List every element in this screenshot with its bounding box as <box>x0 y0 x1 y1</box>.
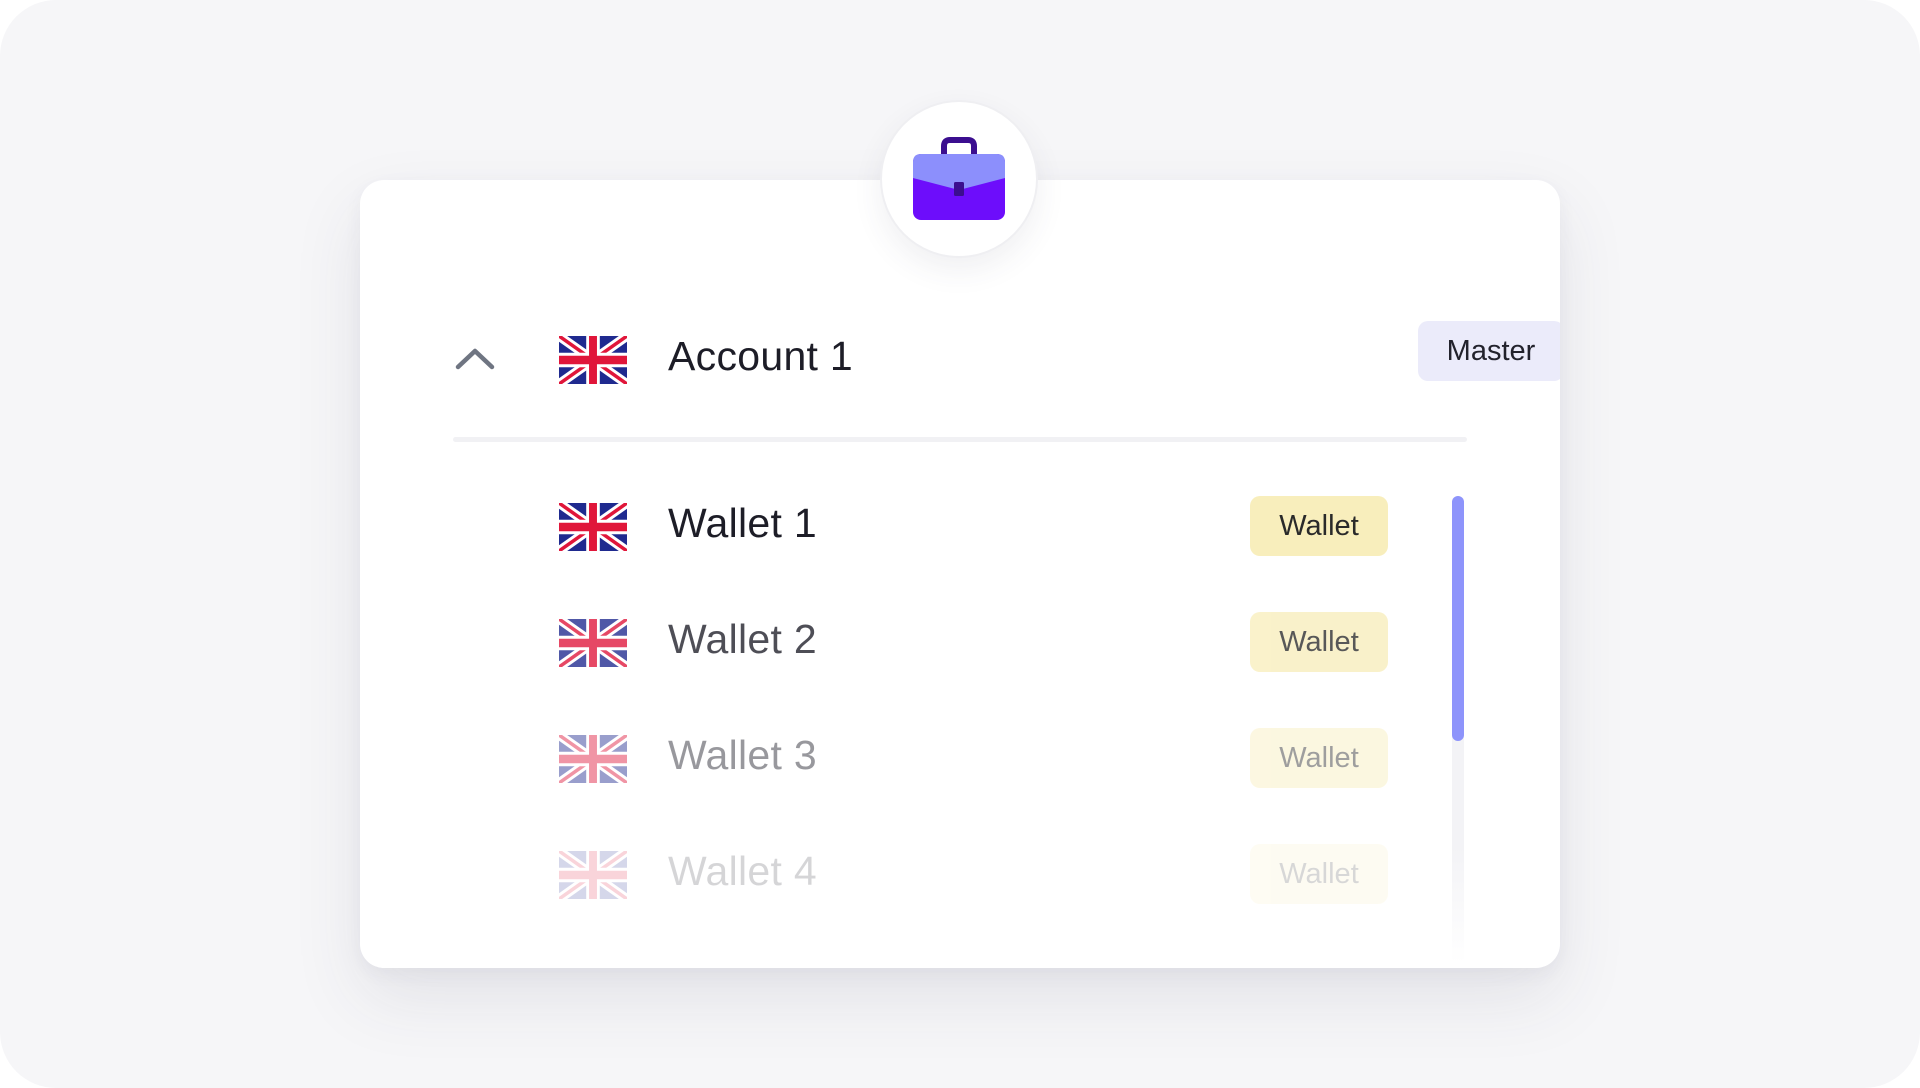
wallet-badge: Wallet <box>1250 496 1388 556</box>
page-background: Account 1 Master Wallet 1 Wallet Wallet … <box>0 0 1920 1088</box>
wallet-name: Wallet 3 <box>668 732 817 778</box>
scrollbar-thumb[interactable] <box>1452 496 1464 741</box>
wallet-row-3[interactable]: Wallet 3 Wallet <box>559 728 1409 790</box>
wallet-row-4[interactable]: Wallet 4 Wallet <box>559 844 1409 906</box>
wallet-row-1[interactable]: Wallet 1 Wallet <box>559 496 1409 558</box>
wallet-name: Wallet 2 <box>668 616 817 662</box>
wallet-row-2[interactable]: Wallet 2 Wallet <box>559 612 1409 674</box>
uk-flag-icon <box>559 735 627 783</box>
wallet-name: Wallet 4 <box>668 848 817 894</box>
wallet-badge: Wallet <box>1250 844 1388 904</box>
wallet-list: Wallet 1 Wallet Wallet 2 Wallet Wallet 3… <box>360 180 1560 968</box>
wallet-name: Wallet 1 <box>668 500 817 546</box>
uk-flag-icon <box>559 851 627 899</box>
account-card: Account 1 Master Wallet 1 Wallet Wallet … <box>360 180 1560 968</box>
briefcase-badge <box>880 100 1038 258</box>
wallet-badge: Wallet <box>1250 728 1388 788</box>
uk-flag-icon <box>559 619 627 667</box>
wallet-badge: Wallet <box>1250 612 1388 672</box>
uk-flag-icon <box>559 503 627 551</box>
briefcase-icon <box>909 134 1009 224</box>
